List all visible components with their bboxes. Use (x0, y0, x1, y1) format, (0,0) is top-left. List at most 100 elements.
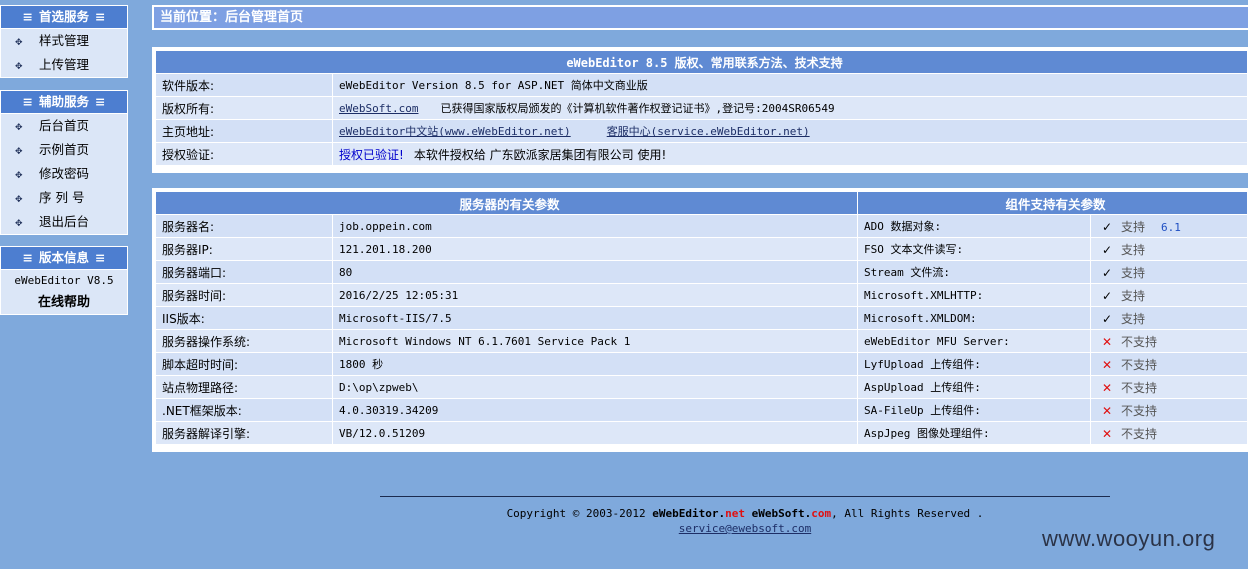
info-panel-title: eWebEditor 8.5 版权、常用联系方法、技术支持 (156, 51, 1248, 74)
table-row: 服务器名: job.oppein.com ADO 数据对象: ✓ 支持 6.1 (156, 215, 1248, 238)
version-value: eWebEditor Version 8.5 for ASP.NET 简体中文商… (333, 74, 1248, 97)
check-icon: ✓ (1101, 242, 1113, 257)
server-params-title: 服务器的有关参数 (156, 192, 858, 215)
online-help-link[interactable]: 在线帮助 (1, 292, 127, 314)
version-value-text: eWebEditor Version 8.5 for ASP.NET 简体中文商… (339, 79, 648, 92)
component-name: Stream 文件流: (858, 261, 1091, 284)
server-panel: 服务器的有关参数 组件支持有关参数 服务器名: job.oppein.com ADO… (152, 188, 1248, 452)
menu-icon: ≡ (95, 250, 106, 265)
bullet-icon: ✥ (15, 123, 23, 133)
sidebar-item-change-password[interactable]: ✥ 修改密码 (1, 162, 127, 186)
support-status: 不支持 (1121, 426, 1158, 441)
component-status: ✕ 不支持 (1091, 353, 1248, 376)
ewebeditor-site-link[interactable]: eWebEditor中文站(www.eWebEditor.net) (339, 125, 571, 138)
service-center-link[interactable]: 客服中心(service.eWebEditor.net) (607, 125, 810, 138)
server-param-value: VB/12.0.51209 (333, 422, 858, 445)
brand-ewebeditor: eWebEditor. (652, 507, 726, 520)
auth-value: 授权已验证! 本软件授权给 广东欧派家居集团有限公司 使用! (333, 143, 1248, 166)
sidebar-item-upload-manage[interactable]: ✥ 上传管理 (1, 53, 127, 77)
support-status: 不支持 (1121, 334, 1158, 349)
server-param-label: 站点物理路径: (156, 376, 333, 399)
preferred-services-menu: ≡ 首选服务 ≡ ✥ 样式管理 ✥ 上传管理 (0, 5, 128, 78)
support-email-link[interactable]: service@ewebsoft.com (679, 522, 811, 535)
component-status: ✓ 支持 (1091, 307, 1248, 330)
server-param-label: 服务器IP: (156, 238, 333, 261)
table-row: 服务器时间: 2016/2/25 12:05:31 Microsoft.XMLHTT… (156, 284, 1248, 307)
sidebar-item-label: 后台首页 (39, 118, 90, 133)
aux-services-title: 辅助服务 (38, 94, 89, 109)
server-param-label: 服务器名: (156, 215, 333, 238)
server-param-label: IIS版本: (156, 307, 333, 330)
aux-services-menu: ≡ 辅助服务 ≡ ✥ 后台首页 ✥ 示例首页 ✥ 修改密码 ✥ 序 列 号 ✥ 退出后台 (0, 90, 128, 235)
table-row: 站点物理路径: D:\op\zpweb\ AspUpload 上传组件: ✕ 不支持 (156, 376, 1248, 399)
copyright-text: 已获得国家版权局颁发的《计算机软件著作权登记证书》,登记号:2004SR0654… (440, 102, 835, 115)
component-status: ✕ 不支持 (1091, 376, 1248, 399)
version-text: eWebEditor V8.5 (14, 274, 114, 287)
auth-label: 授权验证: (156, 143, 333, 166)
component-status: ✓ 支持 (1091, 284, 1248, 307)
component-status: ✓ 支持 6.1 (1091, 215, 1248, 238)
aux-services-header[interactable]: ≡ 辅助服务 ≡ (1, 91, 127, 114)
server-param-value: 1800 秒 (333, 353, 858, 376)
auth-text: 本软件授权给 广东欧派家居集团有限公司 使用! (413, 147, 667, 162)
brand-ewebsoft-tld: com (811, 507, 832, 520)
table-row: .NET框架版本: 4.0.30319.34209 SA-FileUp 上传组件: ✕… (156, 399, 1248, 422)
check-icon: ✓ (1101, 265, 1113, 280)
auth-status: 授权已验证! (339, 147, 404, 162)
cross-icon: ✕ (1101, 357, 1113, 372)
ado-version: 6.1 (1161, 220, 1181, 234)
server-param-label: 服务器解译引擎: (156, 422, 333, 445)
sidebar-item-label: 样式管理 (39, 33, 90, 48)
support-status: 支持 (1121, 242, 1146, 257)
copyright-value: eWebSoft.com 已获得国家版权局颁发的《计算机软件著作权登记证书》,登记… (333, 97, 1248, 120)
menu-icon: ≡ (95, 94, 106, 109)
sidebar-item-label: 退出后台 (39, 214, 90, 229)
table-row: 脚本超时时间: 1800 秒 LyfUpload 上传组件: ✕ 不支持 (156, 353, 1248, 376)
sidebar-item-logout[interactable]: ✥ 退出后台 (1, 210, 127, 234)
sidebar-item-admin-home[interactable]: ✥ 后台首页 (1, 114, 127, 138)
server-param-label: 服务器时间: (156, 284, 333, 307)
server-param-value: 121.201.18.200 (333, 238, 858, 261)
version-info-title: 版本信息 (38, 250, 89, 265)
version-info-box: ≡ 版本信息 ≡ eWebEditor V8.5 在线帮助 (0, 246, 128, 315)
server-param-value: Microsoft-IIS/7.5 (333, 307, 858, 330)
bullet-icon: ✥ (15, 38, 23, 48)
preferred-services-header[interactable]: ≡ 首选服务 ≡ (1, 6, 127, 29)
component-name: Microsoft.XMLDOM: (858, 307, 1091, 330)
sidebar-item-label: 上传管理 (39, 57, 90, 72)
server-param-label: 脚本超时时间: (156, 353, 333, 376)
bullet-icon: ✥ (15, 62, 23, 72)
brand-ewebeditor-tld: net (725, 507, 745, 520)
bullet-icon: ✥ (15, 147, 23, 157)
server-param-value: Microsoft Windows NT 6.1.7601 Service Pa… (333, 330, 858, 353)
ewebsoft-link[interactable]: eWebSoft.com (339, 102, 418, 115)
support-status: 支持 (1121, 265, 1146, 280)
server-param-value: 4.0.30319.34209 (333, 399, 858, 422)
copyright-label: 版权所有: (156, 97, 333, 120)
sidebar-item-demo-home[interactable]: ✥ 示例首页 (1, 138, 127, 162)
cross-icon: ✕ (1101, 426, 1113, 441)
footer-copyright: Copyright © 2003-2012 eWebEditor.net eWe… (0, 507, 1248, 520)
sidebar-item-style-manage[interactable]: ✥ 样式管理 (1, 29, 127, 53)
menu-icon: ≡ (22, 94, 33, 109)
component-name: eWebEditor MFU Server: (858, 330, 1091, 353)
sidebar-item-label: 示例首页 (39, 142, 90, 157)
footer-divider (380, 496, 1110, 497)
info-panel: eWebEditor 8.5 版权、常用联系方法、技术支持 软件版本: eWeb… (152, 47, 1248, 173)
server-param-value: 2016/2/25 12:05:31 (333, 284, 858, 307)
component-params-title: 组件支持有关参数 (858, 192, 1248, 215)
homepage-value: eWebEditor中文站(www.eWebEditor.net) 客服中心(se… (333, 120, 1248, 143)
support-status: 支持 (1121, 311, 1146, 326)
check-icon: ✓ (1101, 311, 1113, 326)
support-status: 不支持 (1121, 380, 1158, 395)
component-name: ADO 数据对象: (858, 215, 1091, 238)
brand-ewebsoft: eWebSoft. (751, 507, 812, 520)
support-status: 不支持 (1121, 357, 1158, 372)
server-param-label: .NET框架版本: (156, 399, 333, 422)
sidebar-item-serial[interactable]: ✥ 序 列 号 (1, 186, 127, 210)
menu-icon: ≡ (95, 9, 106, 24)
menu-icon: ≡ (22, 250, 33, 265)
homepage-label: 主页地址: (156, 120, 333, 143)
cross-icon: ✕ (1101, 380, 1113, 395)
version-info-header[interactable]: ≡ 版本信息 ≡ (1, 247, 127, 270)
